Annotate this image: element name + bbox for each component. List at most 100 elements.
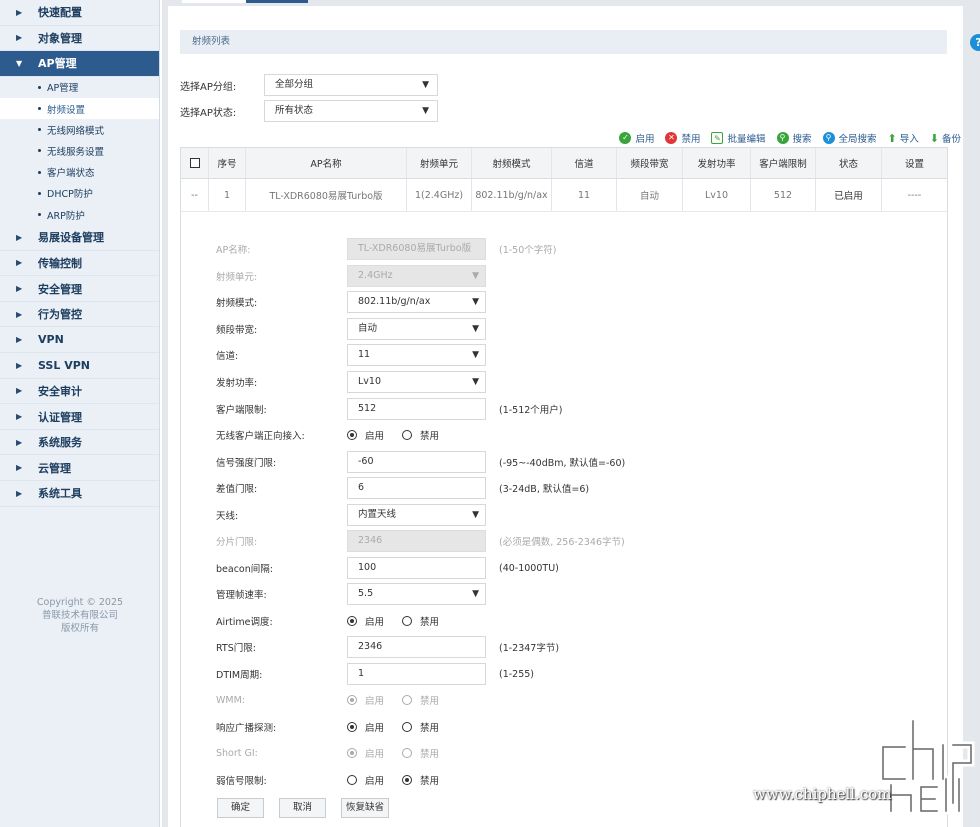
enable-button[interactable]: ✓ 启用 — [619, 131, 654, 145]
disable-button[interactable]: ✕ 禁用 — [665, 131, 700, 145]
tab-active[interactable] — [246, 0, 308, 3]
check-circle-icon: ✓ — [619, 132, 632, 144]
signal-threshold-input[interactable]: -60 — [347, 451, 486, 473]
probe-disable-radio[interactable]: 禁用 — [402, 720, 439, 734]
nav-audit[interactable]: ▶ 安全审计 — [0, 379, 159, 405]
tab-inactive[interactable] — [182, 0, 246, 3]
batch-edit-button[interactable]: ✎ 批量编辑 — [711, 131, 766, 145]
dtim-row: DTIM周期: 1 (1-255) — [216, 663, 916, 685]
short-gi-enable-radio: 启用 — [347, 746, 384, 760]
airtime-enable-radio[interactable]: 启用 — [347, 614, 384, 628]
mgmt-rate-row: 管理帧速率: 5.5 ▼ — [216, 583, 916, 605]
chevron-down-icon: ▼ — [472, 589, 479, 599]
nav-system-tools[interactable]: ▶ 系统工具 — [0, 481, 159, 507]
chevron-down-icon: ▼ — [472, 510, 479, 520]
bandwidth-row: 频段带宽: 自动 ▼ — [216, 318, 916, 340]
chevron-down-icon: ▼ — [472, 271, 479, 281]
dtim-input[interactable]: 1 — [347, 663, 486, 685]
sub-wireless-mode[interactable]: 无线网络模式 — [0, 119, 159, 140]
section-title: 射频列表 — [180, 30, 947, 54]
frag-threshold-row: 分片门限: 2346 (必须是偶数, 256-2346字节) — [216, 530, 916, 552]
caret-right-icon: ▶ — [16, 33, 23, 43]
caret-right-icon: ▶ — [16, 7, 23, 17]
global-search-icon: ⚲ — [822, 132, 835, 144]
caret-right-icon: ▶ — [16, 232, 23, 242]
short-gi-disable-radio: 禁用 — [402, 746, 439, 760]
caret-down-icon: ▼ — [16, 58, 23, 68]
ok-button[interactable]: 确定 — [217, 798, 264, 818]
sub-wireless-service[interactable]: 无线服务设置 — [0, 140, 159, 161]
rf-unit-select: 2.4GHz ▼ — [347, 265, 486, 287]
beacon-input[interactable]: 100 — [347, 557, 486, 579]
cancel-button[interactable]: 取消 — [279, 798, 326, 818]
channel-select[interactable]: 11 ▼ — [347, 344, 486, 366]
antenna-row: 天线: 内置天线 ▼ — [216, 504, 916, 526]
restore-default-button[interactable]: 恢复缺省 — [341, 798, 389, 818]
tx-power-select[interactable]: Lv10 ▼ — [347, 371, 486, 393]
wmm-enable-radio: 启用 — [347, 693, 384, 707]
select-all-checkbox[interactable] — [189, 158, 200, 168]
ap-name-input: TL-XDR6080易展Turbo版 — [347, 238, 486, 260]
caret-right-icon: ▶ — [16, 463, 23, 473]
sub-client-status[interactable]: 客户端状态 — [0, 162, 159, 183]
caret-right-icon: ▶ — [16, 284, 23, 294]
antenna-select[interactable]: 内置天线 ▼ — [347, 504, 486, 526]
signal-threshold-row: 信号强度门限: -60 (-95~-40dBm, 默认值=-60) — [216, 451, 916, 473]
channel-row: 信道: 11 ▼ — [216, 344, 916, 366]
nav-ap-mgmt[interactable]: ▼ AP管理 — [0, 51, 159, 77]
toolbar: ✓ 启用 ✕ 禁用 ✎ 批量编辑 ⚲ 搜索 ⚲ 全局搜索 ⬆ 导入 ⬇ 备份 — [619, 131, 963, 145]
search-button[interactable]: ⚲ 搜索 — [776, 131, 812, 145]
nav-system-service[interactable]: ▶ 系统服务 — [0, 430, 159, 456]
mgmt-rate-select[interactable]: 5.5 ▼ — [347, 583, 486, 605]
sidebar: ▶ 快速配置 ▶ 对象管理 ▼ AP管理 AP管理 射频设置 无线网络模式 无线服务设… — [0, 0, 160, 827]
weak-signal-disable-radio[interactable]: 禁用 — [402, 773, 439, 787]
rts-input[interactable]: 2346 — [347, 636, 486, 658]
client-limit-input[interactable]: 512 — [347, 398, 486, 420]
wmm-disable-radio: 禁用 — [402, 693, 439, 707]
search-icon: ⚲ — [776, 132, 789, 144]
caret-right-icon: ▶ — [16, 360, 23, 370]
global-search-button[interactable]: ⚲ 全局搜索 — [822, 131, 877, 145]
tx-power-row: 发射功率: Lv10 ▼ — [216, 371, 916, 393]
nav-ssl-vpn[interactable]: ▶ SSL VPN — [0, 353, 159, 379]
nav-behavior[interactable]: ▶ 行为管控 — [0, 302, 159, 328]
close-circle-icon: ✕ — [665, 132, 678, 144]
nav-transmission[interactable]: ▶ 传输控制 — [0, 251, 159, 277]
group-select[interactable]: 全部分组 ▼ — [264, 74, 438, 96]
table-header: 序号 AP名称 射频单元 射频模式 信道 频段带宽 发射功率 客户端限制 状态 … — [180, 147, 948, 179]
nav-cloud[interactable]: ▶ 云管理 — [0, 455, 159, 482]
airtime-disable-radio[interactable]: 禁用 — [402, 614, 439, 628]
sub-dhcp-protect[interactable]: DHCP防护 — [0, 183, 159, 204]
table-row[interactable]: -- 1 TL-XDR6080易展Turbo版 1(2.4GHz) 802.11… — [180, 179, 948, 212]
chevron-down-icon: ▼ — [472, 297, 479, 307]
copyright: Copyright © 2025 普联技术有限公司 版权所有 — [36, 597, 124, 634]
forward-access-enable-radio[interactable]: 启用 — [347, 428, 384, 442]
rts-row: RTS门限: 2346 (1-2347字节) — [216, 636, 916, 658]
nav-object-mgmt[interactable]: ▶ 对象管理 — [0, 26, 159, 52]
help-icon[interactable]: ? — [970, 34, 980, 51]
nav-auth[interactable]: ▶ 认证管理 — [0, 404, 159, 430]
diff-threshold-row: 差值门限: 6 (3-24dB, 默认值=6) — [216, 477, 916, 499]
backup-button[interactable]: ⬇ 备份 — [930, 131, 961, 146]
frag-threshold-input: 2346 — [347, 530, 486, 552]
caret-right-icon: ▶ — [16, 386, 23, 396]
diff-threshold-input[interactable]: 6 — [347, 477, 486, 499]
chevron-down-icon: ▼ — [472, 324, 479, 334]
bandwidth-select[interactable]: 自动 ▼ — [347, 318, 486, 340]
nav-security[interactable]: ▶ 安全管理 — [0, 276, 159, 302]
nav-vpn[interactable]: ▶ VPN — [0, 327, 159, 354]
sub-rf-settings[interactable]: 射频设置 — [0, 97, 159, 120]
rf-mode-select[interactable]: 802.11b/g/n/ax ▼ — [347, 291, 486, 313]
probe-enable-radio[interactable]: 启用 — [347, 720, 384, 734]
forward-access-disable-radio[interactable]: 禁用 — [402, 428, 439, 442]
status-select[interactable]: 所有状态 ▼ — [264, 100, 438, 122]
caret-right-icon: ▶ — [16, 335, 23, 345]
nav-quick-config[interactable]: ▶ 快速配置 — [0, 0, 159, 26]
import-button[interactable]: ⬆ 导入 — [888, 131, 919, 146]
beacon-row: beacon间隔: 100 (40-1000TU) — [216, 557, 916, 579]
sub-arp-protect[interactable]: ARP防护 — [0, 204, 159, 225]
chevron-down-icon: ▼ — [422, 106, 429, 116]
nav-mesh-device[interactable]: ▶ 易展设备管理 — [0, 225, 159, 251]
weak-signal-enable-radio[interactable]: 启用 — [347, 773, 384, 787]
sub-ap-mgmt[interactable]: AP管理 — [0, 77, 159, 98]
